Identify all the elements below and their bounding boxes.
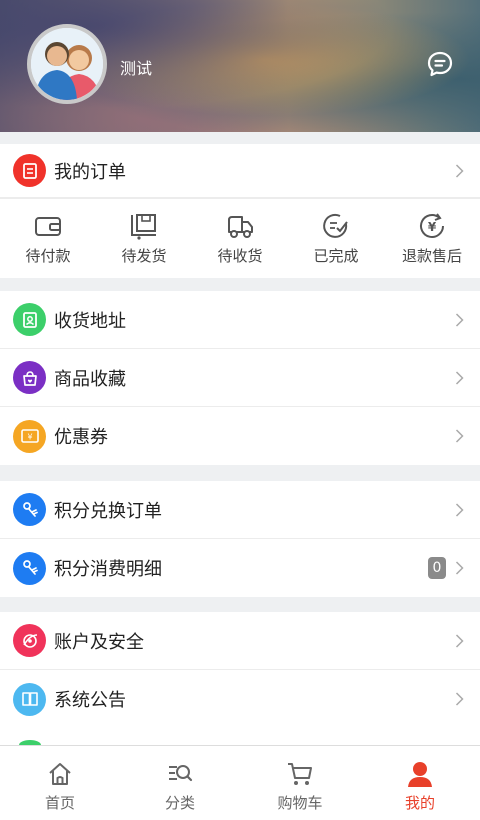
bottom-tab-bar: 首页 分类 购物车 我的	[0, 745, 480, 820]
message-icon[interactable]	[426, 50, 454, 78]
menu-section-3: 账户及安全 系统公告	[0, 612, 480, 747]
status-completed[interactable]: 已完成	[288, 199, 384, 278]
chevron-right-icon	[455, 634, 464, 648]
tab-label: 购物车	[277, 794, 323, 812]
row-favorites[interactable]: 商品收藏	[0, 349, 480, 407]
avatar-people-icon	[31, 28, 103, 100]
order-status-bar: 待付款 待发货 待收货 已完成 ¥ 退款售后	[0, 198, 480, 278]
points-count-badge: 0	[428, 557, 446, 579]
row-label: 积分消费明细	[54, 559, 162, 580]
tab-home[interactable]: 首页	[0, 746, 120, 820]
tab-mine[interactable]: 我的	[360, 746, 480, 820]
row-points-details[interactable]: 积分消费明细 0	[0, 539, 480, 597]
row-label: 商品收藏	[54, 368, 126, 390]
chevron-right-icon	[455, 692, 464, 706]
status-pending-shipment[interactable]: 待发货	[96, 199, 192, 278]
svg-text:¥: ¥	[27, 433, 32, 442]
package-icon	[131, 214, 156, 240]
row-label: 优惠券	[54, 427, 108, 448]
avatar[interactable]	[27, 24, 107, 104]
menu-section-2: 积分兑换订单 积分消费明细 0	[0, 481, 480, 597]
row-label: 收货地址	[54, 310, 126, 332]
chevron-right-icon	[455, 371, 464, 385]
orders-section: 我的订单 待付款 待发货 待收货 已完成 ¥ 退款售后	[0, 144, 480, 278]
status-label: 待收货	[217, 247, 263, 265]
chevron-right-icon	[455, 164, 464, 178]
refund-yen-icon: ¥	[420, 213, 444, 238]
my-orders-label: 我的订单	[54, 161, 126, 183]
row-announcements[interactable]: 系统公告	[0, 670, 480, 728]
cart-icon	[288, 763, 312, 785]
coupon-icon: ¥	[13, 419, 46, 453]
security-icon	[13, 624, 46, 657]
chevron-right-icon	[455, 313, 464, 327]
category-search-icon	[169, 765, 193, 782]
row-label: 系统公告	[54, 690, 126, 711]
tab-label: 首页	[44, 794, 75, 812]
status-refund[interactable]: ¥ 退款售后	[384, 199, 480, 278]
tab-label: 我的	[404, 794, 435, 812]
tab-label: 分类	[164, 794, 195, 812]
row-points-exchange-orders[interactable]: 积分兑换订单	[0, 481, 480, 539]
points-icon	[13, 493, 46, 526]
chevron-right-icon	[455, 503, 464, 517]
status-label: 待付款	[25, 247, 71, 265]
my-orders-row[interactable]: 我的订单	[0, 144, 480, 198]
status-pending-payment[interactable]: 待付款	[0, 199, 96, 278]
points-icon	[13, 551, 46, 585]
home-icon	[49, 763, 71, 785]
shopping-bag-heart-icon	[13, 361, 46, 394]
row-label: 积分兑换订单	[54, 500, 162, 522]
tab-category[interactable]: 分类	[120, 746, 240, 820]
book-icon	[13, 682, 46, 716]
user-icon	[408, 762, 432, 787]
wallet-icon	[35, 217, 61, 236]
status-label: 退款售后	[401, 247, 462, 265]
order-list-icon	[13, 154, 46, 187]
address-book-icon	[13, 303, 46, 336]
row-account-security[interactable]: 账户及安全	[0, 612, 480, 670]
row-coupons[interactable]: ¥ 优惠券	[0, 407, 480, 465]
chevron-right-icon	[455, 561, 464, 575]
truck-icon	[228, 216, 253, 238]
status-pending-receipt[interactable]: 待收货	[192, 199, 288, 278]
row-label: 账户及安全	[54, 631, 144, 653]
check-list-icon	[323, 213, 348, 238]
svg-text:¥: ¥	[428, 220, 437, 234]
status-label: 已完成	[313, 247, 359, 265]
menu-section-1: 收货地址 商品收藏 ¥ 优惠券	[0, 291, 480, 465]
profile-header: 测试	[0, 0, 480, 132]
username: 测试	[120, 59, 153, 78]
tab-cart[interactable]: 购物车	[240, 746, 360, 820]
row-shipping-address[interactable]: 收货地址	[0, 291, 480, 349]
status-label: 待发货	[121, 247, 167, 265]
chevron-right-icon	[455, 429, 464, 443]
